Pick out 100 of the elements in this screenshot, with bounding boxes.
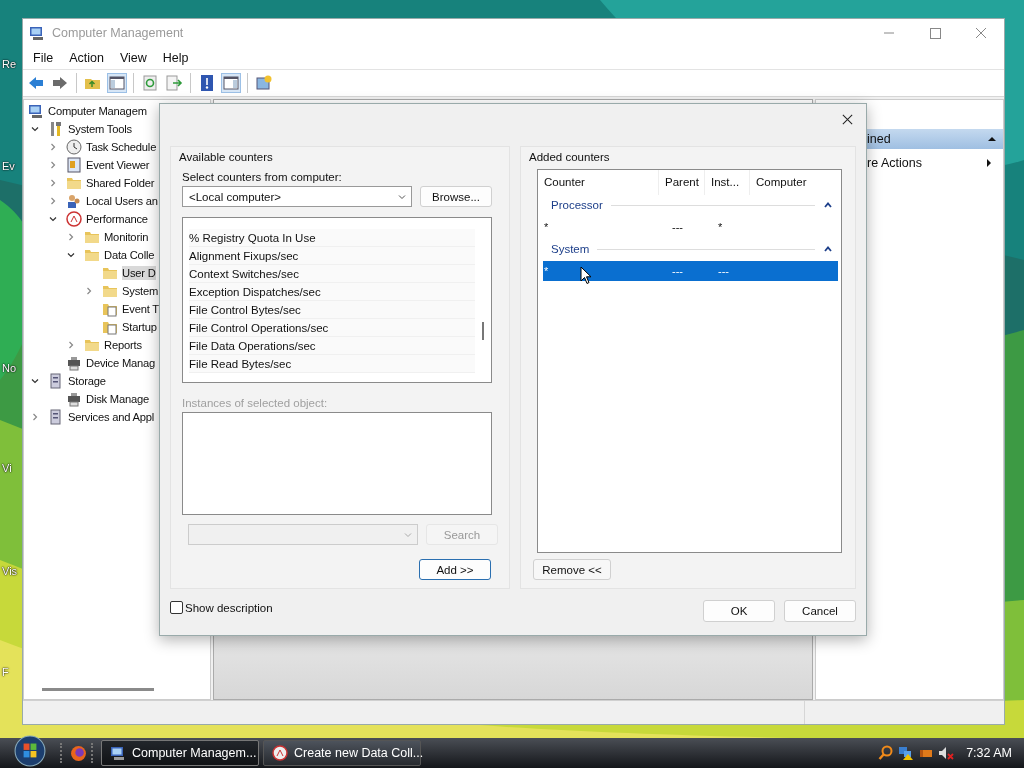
tree-item[interactable]: Data Colle [104,248,155,262]
search-field[interactable] [188,524,418,545]
collapsed-chevron-icon[interactable] [48,160,58,170]
table-cell: --- [672,221,683,233]
tree-item[interactable]: Event Viewer [86,158,150,172]
scrollbar[interactable] [42,688,154,691]
computer-dropdown[interactable]: <Local computer> [182,186,412,207]
tree-item[interactable]: Computer Managem [48,104,147,118]
tree-item[interactable]: Performance [86,212,148,226]
table-row[interactable]: * --- * [543,217,838,237]
forward-icon[interactable] [51,74,69,92]
collapsed-chevron-icon[interactable] [48,178,58,188]
collapsed-chevron-icon[interactable] [84,286,94,296]
tree-item[interactable]: Reports [104,338,142,352]
folder-icon [102,283,118,299]
expanded-chevron-icon[interactable] [48,214,58,224]
tree-item[interactable]: Disk Manage [86,392,150,406]
expanded-chevron-icon[interactable] [30,124,40,134]
group-title: Available counters [179,151,274,163]
menu-item[interactable]: View [111,49,155,67]
tree-item[interactable]: Storage [68,374,106,388]
help-icon[interactable] [198,74,216,92]
back-icon[interactable] [27,74,45,92]
tree-item[interactable]: Monitorin [104,230,149,244]
magnifier-icon[interactable] [878,745,895,761]
taskbar-button[interactable]: Create new Data Coll... [263,740,421,766]
storage-icon [48,373,64,389]
table-cell: * [718,221,723,233]
checkbox[interactable] [170,601,183,614]
desktop-icon-label[interactable]: Ev [2,160,15,172]
expanded-chevron-icon[interactable] [66,250,76,260]
instances-list[interactable] [182,412,492,515]
group-header: System [551,243,590,255]
browser-icon[interactable] [70,744,87,762]
folder-icon [66,175,82,191]
desktop-icon-label[interactable]: Re [2,58,17,70]
gauge-icon [66,211,82,227]
computer-icon [110,745,126,761]
collapse-icon[interactable] [987,134,997,144]
clock[interactable]: 7:32 AM [966,746,1012,760]
counter-item[interactable]: Exception Dispatches/sec [189,283,475,301]
refresh-icon[interactable] [141,74,159,92]
scrollbar-thumb[interactable] [482,322,484,340]
tree-item[interactable]: Task Schedule [86,140,157,154]
tree-item[interactable]: Startup [122,320,157,334]
tree-item[interactable]: Local Users an [86,194,158,208]
collapsed-chevron-icon[interactable] [66,232,76,242]
tree-item[interactable]: Device Manag [86,356,156,370]
counter-item[interactable]: File Control Operations/sec [189,319,475,337]
column-header[interactable]: Inst... [705,170,750,195]
cancel-button[interactable]: Cancel [784,600,856,622]
table-cell: --- [672,265,683,277]
browse-button[interactable]: Browse... [420,186,492,207]
counter-item[interactable]: File Data Operations/sec [189,337,475,355]
folder-icon [84,247,100,263]
tree-item[interactable]: Services and Appl [68,410,155,424]
remove-button[interactable]: Remove << [533,559,611,580]
tree-item[interactable]: System [122,284,159,298]
tree-item[interactable]: Shared Folder [86,176,155,190]
start-button[interactable] [14,735,46,767]
log-icon [66,157,82,173]
collapsed-chevron-icon[interactable] [48,196,58,206]
collapse-caret-icon[interactable] [823,200,833,210]
counter-item[interactable]: File Read Bytes/sec [189,355,475,373]
printer-icon [66,355,82,371]
action-item[interactable]: re Actions [867,156,984,170]
column-header[interactable]: Computer [750,170,841,195]
expanded-chevron-icon[interactable] [30,376,40,386]
folder-icon [84,337,100,353]
ok-button[interactable]: OK [703,600,775,622]
network-warning-icon[interactable] [898,745,915,761]
menu-item[interactable]: Action [61,49,112,67]
document-folder-icon [102,301,118,317]
column-header[interactable]: Parent [659,170,705,195]
server-icon [48,409,64,425]
counter-item[interactable]: Context Switches/sec [189,265,475,283]
counter-item[interactable]: File Control Bytes/sec [189,301,475,319]
tree-item[interactable]: System Tools [68,122,132,136]
panel-icon[interactable] [222,74,240,92]
tree-item[interactable]: User D [122,266,156,280]
tree-item[interactable]: Event T [122,302,159,316]
close-button[interactable] [841,112,854,126]
panel-icon[interactable] [108,74,126,92]
counter-item[interactable]: Alignment Fixups/sec [189,247,475,265]
actions-title: ined [867,132,892,146]
speaker-muted-icon[interactable] [938,745,955,761]
collapsed-chevron-icon[interactable] [30,412,40,422]
properties-icon[interactable] [255,74,273,92]
column-header[interactable]: Counter [538,170,659,195]
document-folder-icon [102,319,118,335]
taskbar-button[interactable]: Computer Managem... [101,740,259,766]
counter-item[interactable]: % Registry Quota In Use [189,229,475,247]
table-row[interactable]: * --- --- [543,261,838,281]
collapse-caret-icon[interactable] [823,244,833,254]
menu-item[interactable]: File [25,49,62,67]
collapsed-chevron-icon[interactable] [48,142,58,152]
add-button[interactable]: Add >> [419,559,491,580]
collapsed-chevron-icon[interactable] [66,340,76,350]
export-icon[interactable] [165,74,183,92]
menu-item[interactable]: Help [154,49,197,67]
